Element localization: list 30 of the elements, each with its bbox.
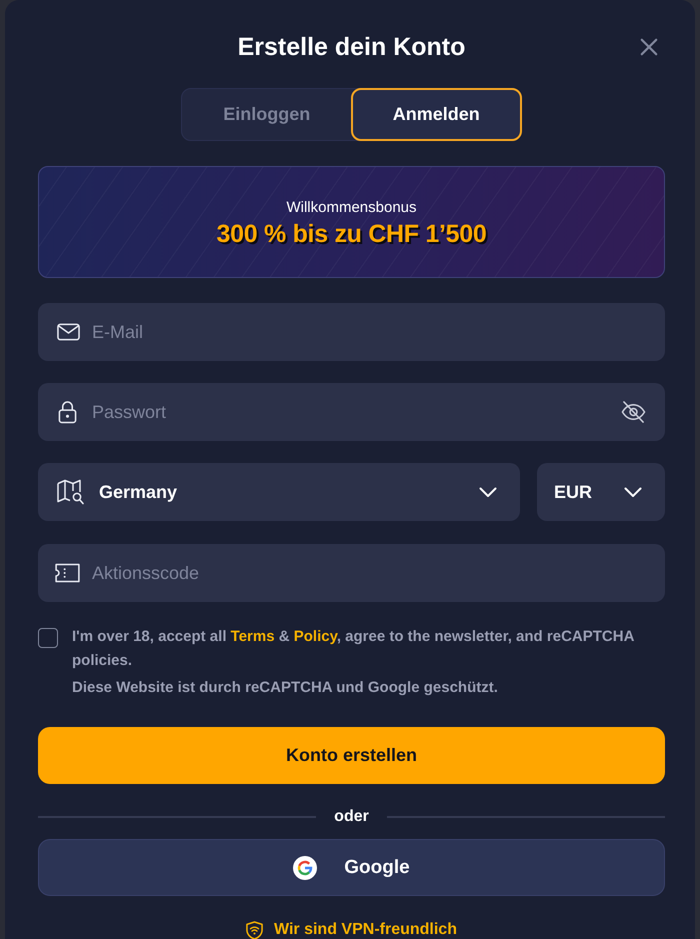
divider-label: oder bbox=[334, 808, 369, 826]
shield-icon bbox=[246, 920, 263, 939]
lock-icon bbox=[58, 400, 77, 424]
chevron-down-icon bbox=[479, 486, 497, 498]
password-field[interactable]: Passwort bbox=[38, 383, 665, 441]
mail-icon bbox=[57, 323, 80, 341]
consent-text: I'm over 18, accept all Terms & Policy, agree to the newsletter, and reCAPTCHA policies. bbox=[72, 627, 635, 671]
tab[interactable]: Anmelden bbox=[350, 88, 522, 141]
google-sign-in-button[interactable]: Google bbox=[38, 839, 665, 896]
currency-select[interactable]: EUR bbox=[537, 463, 665, 521]
eye-off-icon[interactable] bbox=[621, 400, 646, 424]
tab[interactable]: Einloggen bbox=[181, 88, 352, 141]
text-link[interactable]: Terms bbox=[230, 628, 275, 645]
map-icon bbox=[57, 479, 85, 505]
consent-checkbox[interactable] bbox=[38, 628, 58, 648]
close-button[interactable] bbox=[638, 36, 660, 58]
g-logo-icon bbox=[293, 856, 318, 880]
recaptcha-note: Diese Website ist durch reCAPTCHA und Google geschützt. bbox=[72, 678, 499, 698]
chevron-down-icon bbox=[624, 486, 642, 498]
country-select[interactable]: Germany bbox=[38, 463, 520, 521]
dialog-title: Erstelle dein Konto bbox=[238, 32, 466, 63]
close-icon bbox=[640, 38, 658, 56]
ticket-icon bbox=[55, 564, 80, 582]
banner-caption: Willkommensbonus bbox=[286, 198, 417, 218]
email-field[interactable]: E-Mail bbox=[38, 303, 665, 361]
text-link[interactable]: Policy bbox=[294, 628, 337, 645]
bonus-headline: 300 % bis zu CHF 1’500 bbox=[216, 219, 486, 250]
promo-code-field[interactable]: Aktionsscode bbox=[38, 544, 665, 602]
vpn-note: Wir sind VPN-freundlich bbox=[274, 920, 457, 939]
create-account-button[interactable]: Konto erstellen bbox=[38, 727, 665, 784]
